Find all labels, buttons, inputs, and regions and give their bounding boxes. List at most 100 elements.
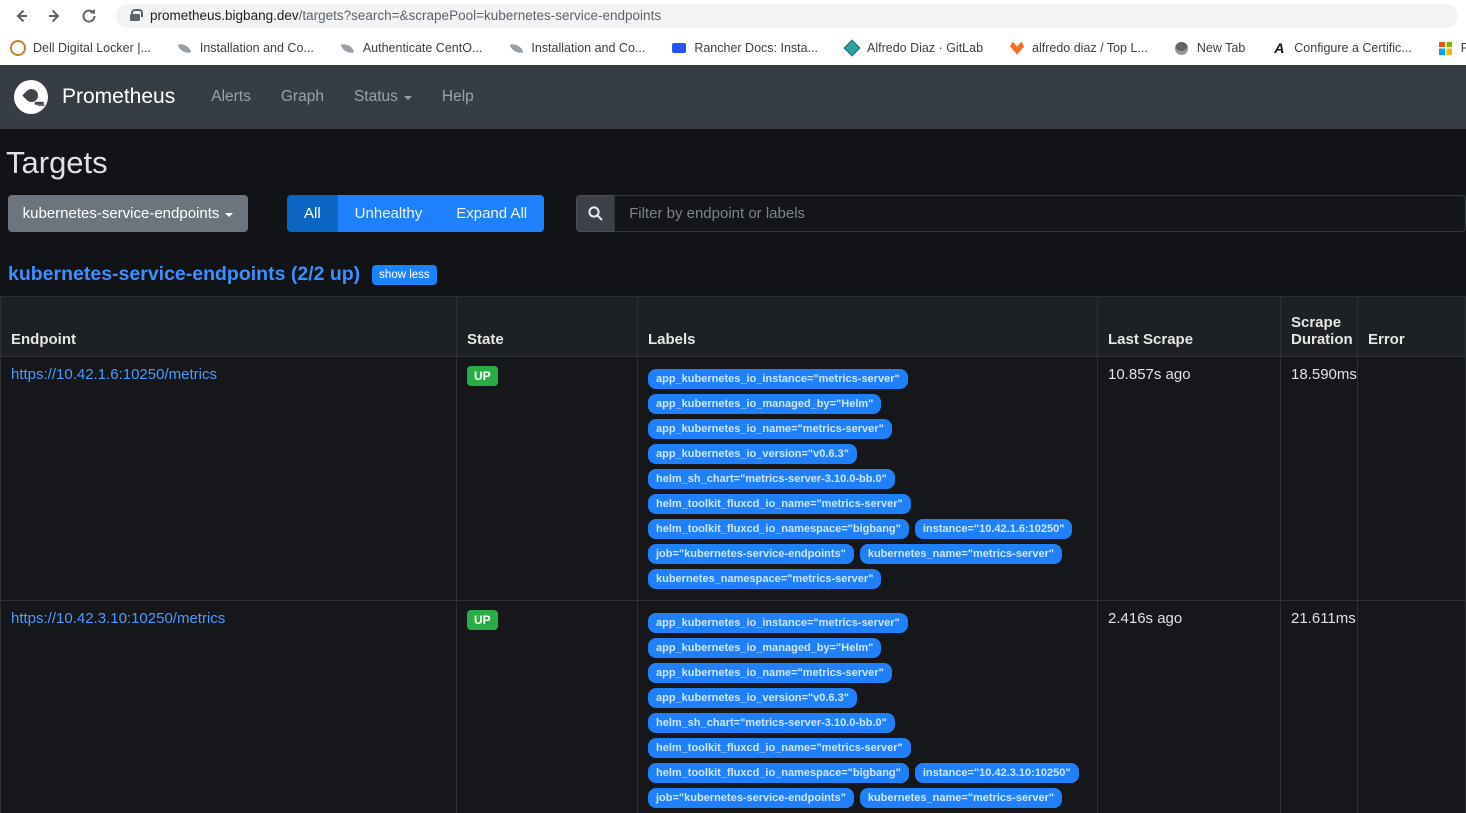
label-badge: app_kubernetes_io_name="metrics-server" [648, 419, 892, 439]
state-badge: UP [467, 610, 498, 630]
dell-icon [10, 40, 26, 56]
label-badge: app_kubernetes_io_instance="metrics-serv… [648, 369, 908, 389]
last-scrape-cell: 2.416s ago [1098, 601, 1281, 813]
filter-all-button[interactable]: All [287, 195, 338, 232]
header-error: Error [1358, 297, 1466, 357]
endpoint-cell: https://10.42.3.10:10250/metrics [1, 601, 457, 813]
header-last-scrape: Last Scrape [1098, 297, 1281, 357]
label-badge: instance="10.42.3.10:10250" [915, 763, 1079, 783]
header-endpoint: Endpoint [1, 297, 457, 357]
bookmark-label: Installation and Co... [200, 41, 314, 55]
bookmark-item[interactable]: Penn State Graduat... [1438, 40, 1466, 56]
expand-all-button[interactable]: Expand All [439, 195, 544, 232]
table-header-row: Endpoint State Labels Last Scrape Scrape… [1, 297, 1466, 357]
targets-table-body: https://10.42.1.6:10250/metrics UP app_kub… [1, 357, 1466, 813]
bookmark-item[interactable]: Authenticate CentO... [340, 40, 483, 56]
bookmark-label: Penn State Graduat... [1461, 41, 1466, 55]
microsoft-icon [1438, 40, 1454, 56]
chevron-down-icon [225, 213, 233, 217]
label-badge: job="kubernetes-service-endpoints" [648, 544, 854, 564]
targets-page: Targets kubernetes-service-endpoints All… [0, 129, 1466, 813]
state-badge: UP [467, 366, 498, 386]
show-less-button[interactable]: show less [372, 265, 437, 285]
header-scrape-duration: Scrape Duration [1281, 297, 1358, 357]
back-icon[interactable] [8, 3, 34, 29]
label-badge: kubernetes_name="metrics-server" [860, 544, 1062, 564]
scrape-pool-dropdown[interactable]: kubernetes-service-endpoints [8, 195, 248, 232]
label-badge: kubernetes_namespace="metrics-server" [648, 569, 881, 589]
bookmark-label: Configure a Certific... [1294, 41, 1411, 55]
label-badge: app_kubernetes_io_version="v0.6.3" [648, 688, 857, 708]
bookmark-label: alfredo diaz / Top L... [1032, 41, 1148, 55]
label-badge: job="kubernetes-service-endpoints" [648, 788, 854, 808]
label-badge: helm_toolkit_fluxcd_io_name="metrics-ser… [648, 738, 911, 758]
target-row: https://10.42.1.6:10250/metrics UP app_kub… [1, 357, 1466, 601]
endpoint-link[interactable]: https://10.42.1.6:10250/metrics [11, 366, 217, 383]
bookmark-item[interactable]: Rancher Docs: Insta... [671, 40, 818, 56]
label-badge: helm_toolkit_fluxcd_io_name="metrics-ser… [648, 494, 911, 514]
state-cell: UP [457, 601, 638, 813]
error-cell [1358, 357, 1466, 601]
label-badge: app_kubernetes_io_managed_by="Helm" [648, 638, 881, 658]
scrape-duration-cell: 21.611ms [1281, 601, 1358, 813]
gitlab-fox-icon [1009, 40, 1025, 56]
endpoint-link[interactable]: https://10.42.3.10:10250/metrics [11, 610, 225, 627]
page-title: Targets [0, 141, 1466, 195]
job-section-header: kubernetes-service-endpoints (2/2 up) sh… [0, 247, 1466, 296]
filter-input[interactable] [614, 195, 1466, 232]
scrape-duration-value: 21.611ms [1291, 610, 1356, 627]
padlock-icon[interactable] [130, 14, 140, 21]
header-labels: Labels [638, 297, 1098, 357]
bookmark-item[interactable]: alfredo diaz / Top L... [1009, 40, 1148, 56]
bookmark-item[interactable]: New Tab [1174, 40, 1245, 56]
bookmark-item[interactable]: Installation and Co... [177, 40, 314, 56]
label-badge: helm_toolkit_fluxcd_io_namespace="bigban… [648, 519, 909, 539]
bookmark-item[interactable]: Installation and Co... [508, 40, 645, 56]
nav-graph[interactable]: Graph [281, 88, 324, 106]
last-scrape-cell: 10.857s ago [1098, 357, 1281, 601]
filter-unhealthy-button[interactable]: Unhealthy [338, 195, 440, 232]
bookmark-label: Rancher Docs: Insta... [694, 41, 818, 55]
prometheus-navbar: Prometheus Alerts Graph Status Help [0, 65, 1466, 129]
bookmark-label: New Tab [1197, 41, 1245, 55]
endpoint-cell: https://10.42.1.6:10250/metrics [1, 357, 457, 601]
filter-group [576, 195, 1466, 232]
label-badge: helm_toolkit_fluxcd_io_namespace="bigban… [648, 763, 909, 783]
job-section-title[interactable]: kubernetes-service-endpoints (2/2 up) [8, 263, 360, 286]
header-state: State [457, 297, 638, 357]
label-badge: app_kubernetes_io_instance="metrics-serv… [648, 613, 908, 633]
bookmarks-bar: Dell Digital Locker |... Installation and… [0, 31, 1466, 65]
reload-icon[interactable] [76, 3, 102, 29]
chevron-down-icon [404, 96, 412, 100]
url-text: prometheus.bigbang.dev/targets?search=&s… [150, 8, 661, 23]
targets-table: Endpoint State Labels Last Scrape Scrape… [0, 296, 1466, 813]
address-bar[interactable]: prometheus.bigbang.dev/targets?search=&s… [116, 4, 1458, 28]
nav-alerts[interactable]: Alerts [211, 88, 251, 106]
scrape-duration-value: 18.590ms [1291, 366, 1357, 383]
bookmark-item[interactable]: Alfredo Diaz · GitLab [844, 40, 983, 56]
label-badge: kubernetes_name="metrics-server" [860, 788, 1062, 808]
nav-help[interactable]: Help [442, 88, 474, 106]
feather-icon [508, 40, 524, 56]
cert-icon [1271, 40, 1287, 56]
bookmark-item[interactable]: Dell Digital Locker |... [10, 40, 151, 56]
bookmark-label: Authenticate CentO... [363, 41, 483, 55]
bookmark-label: Installation and Co... [531, 41, 645, 55]
label-badge: helm_sh_chart="metrics-server-3.10.0-bb.… [648, 469, 895, 489]
bookmark-label: Dell Digital Locker |... [33, 41, 151, 55]
nav-status[interactable]: Status [354, 88, 412, 106]
brand-title[interactable]: Prometheus [62, 85, 175, 109]
last-scrape-value: 10.857s ago [1108, 366, 1191, 383]
forward-icon[interactable] [42, 3, 68, 29]
error-cell [1358, 601, 1466, 813]
controls-row: kubernetes-service-endpoints All Unhealt… [0, 195, 1466, 247]
target-row: https://10.42.3.10:10250/metrics UP app_ku… [1, 601, 1466, 813]
state-filter-group: All Unhealthy Expand All [287, 195, 544, 232]
globe-icon [1174, 40, 1190, 56]
bookmark-item[interactable]: Configure a Certific... [1271, 40, 1411, 56]
label-badge: instance="10.42.1.6:10250" [915, 519, 1073, 539]
last-scrape-value: 2.416s ago [1108, 610, 1182, 627]
rancher-icon [671, 40, 687, 56]
label-badge: helm_sh_chart="metrics-server-3.10.0-bb.… [648, 713, 895, 733]
bookmark-label: Alfredo Diaz · GitLab [867, 41, 983, 55]
